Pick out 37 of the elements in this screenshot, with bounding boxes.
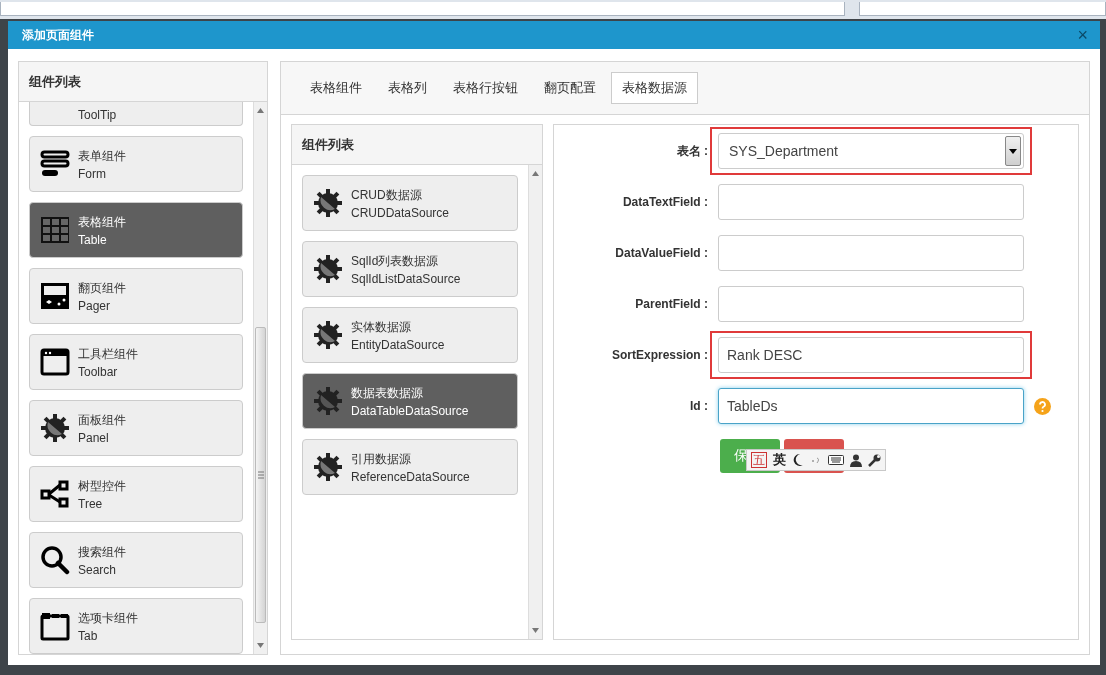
datasource-code: CRUDDataSource bbox=[351, 205, 450, 220]
datasource-name: 实体数据源 bbox=[351, 318, 412, 336]
field-label: DataTextField : bbox=[621, 195, 709, 209]
field-label: SortExpression : bbox=[610, 348, 709, 362]
component-code: ToolTip bbox=[78, 108, 117, 122]
component-code: Form bbox=[78, 166, 107, 181]
component-code: Search bbox=[78, 562, 118, 577]
datasource-code: DataTableDataSource bbox=[351, 403, 469, 418]
select-value: SYS_Department bbox=[729, 143, 838, 159]
component-name: 工具栏组件 bbox=[78, 345, 138, 363]
datasource-name: CRUD数据源 bbox=[351, 186, 423, 204]
panel-title: 组件列表 bbox=[19, 62, 267, 102]
field-label: DataValueField : bbox=[614, 246, 709, 260]
datasource-code: ReferenceDataSource bbox=[351, 469, 470, 484]
panel-title: 组件列表 bbox=[292, 125, 542, 165]
component-code: Tree bbox=[78, 496, 104, 511]
field-label: ParentField : bbox=[634, 297, 709, 311]
datasource-code: EntityDataSource bbox=[351, 337, 445, 352]
dialog-title: 添加页面组件 bbox=[22, 26, 94, 44]
component-name: 表格组件 bbox=[78, 213, 126, 231]
datasource-name: 数据表数据源 bbox=[351, 384, 424, 402]
component-name: 面板组件 bbox=[78, 411, 126, 429]
component-name: 搜索组件 bbox=[78, 543, 126, 561]
field-label: 表名 : bbox=[675, 142, 709, 160]
component-name: 树型控件 bbox=[78, 477, 126, 495]
component-code: Toolbar bbox=[78, 364, 119, 379]
component-name: 翻页组件 bbox=[78, 279, 126, 297]
component-name: 表单组件 bbox=[78, 147, 126, 165]
field-label: Id : bbox=[689, 399, 709, 413]
datasource-name: 引用数据源 bbox=[351, 450, 412, 468]
component-code: Pager bbox=[78, 298, 112, 313]
component-name: 选项卡组件 bbox=[78, 609, 138, 627]
component-code: Table bbox=[78, 232, 108, 247]
datasource-code: SqlIdListDataSource bbox=[351, 271, 461, 286]
component-code: Tab bbox=[78, 628, 99, 643]
component-code: Panel bbox=[78, 430, 110, 445]
datasource-name: SqlId列表数据源 bbox=[351, 252, 440, 270]
